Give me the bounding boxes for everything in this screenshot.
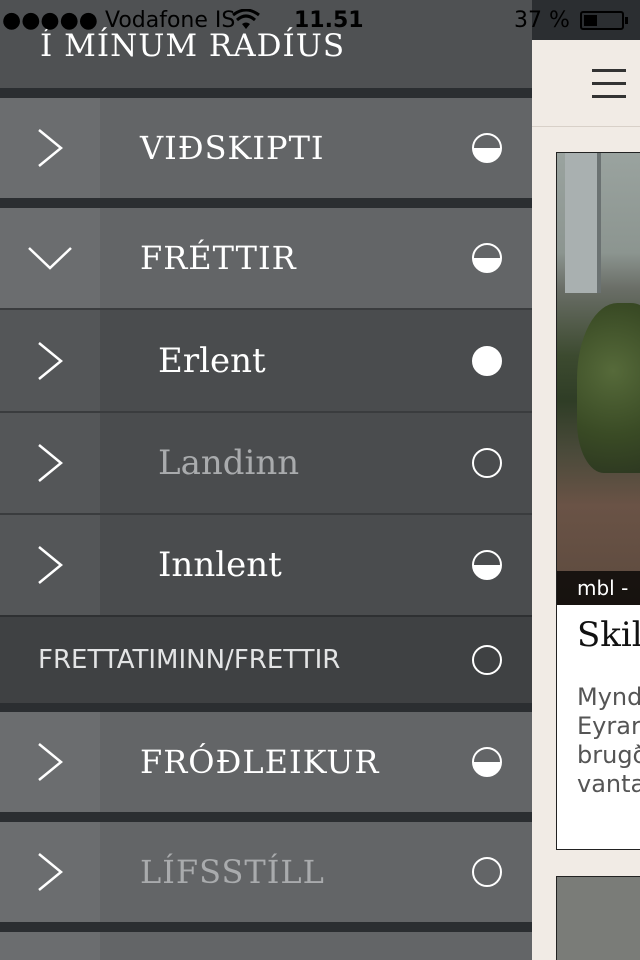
clock: 11.51: [294, 8, 364, 33]
content-topbar: [532, 40, 640, 127]
chevron-right-icon: [38, 341, 63, 380]
subscription-half-icon[interactable]: [472, 133, 502, 163]
news-excerpt: Mynd Eyrar brugð vanta: [577, 683, 640, 798]
menu-item-label: LÍFSSTÍLL: [140, 853, 325, 891]
chevron-right-icon: [38, 546, 63, 584]
submenu-item-landinn[interactable]: Landinn: [0, 411, 532, 513]
subscription-full-icon[interactable]: [472, 345, 502, 376]
menu-item-body: [100, 932, 532, 960]
menu-item-frettir[interactable]: FRÉTTIR: [0, 208, 532, 308]
menu-item-vidskipti[interactable]: VIÐSKIPTI: [0, 98, 532, 198]
expand-button[interactable]: [0, 413, 100, 513]
news-title: Skil: [577, 615, 640, 655]
subscription-half-icon[interactable]: [472, 550, 502, 580]
menu-item-next[interactable]: [0, 932, 532, 960]
chevron-right-icon: [38, 444, 63, 482]
side-menu: Í MÍNUM RADÍUS VIÐSKIPTI FRÉTTIR Erlent: [0, 0, 532, 960]
expand-button: [0, 932, 100, 960]
chevron-down-icon: [28, 247, 72, 270]
menu-item-body[interactable]: Erlent: [100, 310, 532, 411]
chevron-right-icon: [38, 743, 63, 781]
menu-item-frodleikur[interactable]: FRÓÐLEIKUR: [0, 712, 532, 812]
menu-item-body[interactable]: Innlent: [100, 515, 532, 615]
submenu-item-innlent[interactable]: Innlent: [0, 513, 532, 615]
menu-item-label: Erlent: [158, 340, 266, 381]
menu-item-body[interactable]: Landinn: [100, 413, 532, 513]
content-pane: mbl - Skil Mynd Eyrar brugð vanta: [532, 40, 640, 960]
subscription-empty-icon[interactable]: [472, 645, 502, 675]
subscription-empty-icon[interactable]: [472, 857, 502, 887]
wifi-icon: [232, 9, 260, 29]
menu-item-label: FRÓÐLEIKUR: [140, 743, 380, 781]
expand-button[interactable]: [0, 712, 100, 812]
menu-item-label: Landinn: [158, 443, 300, 483]
carrier-label: ●●●●● Vodafone IS: [2, 8, 236, 33]
menu-item-body[interactable]: VIÐSKIPTI: [100, 98, 532, 198]
battery-percent: 37 %: [514, 8, 570, 33]
chevron-right-icon: [38, 129, 63, 167]
news-source: mbl -: [557, 571, 640, 605]
hamburger-icon[interactable]: [592, 69, 626, 99]
menu-item-label: FRETTATIMINN/FRETTIR: [38, 645, 341, 675]
expand-button[interactable]: [0, 98, 100, 198]
subscription-empty-icon[interactable]: [472, 448, 502, 478]
subscription-half-icon[interactable]: [472, 747, 502, 777]
menu-item-label: VIÐSKIPTI: [140, 129, 325, 167]
news-card-2[interactable]: [556, 876, 640, 960]
news-photo: [557, 153, 640, 605]
subscription-half-icon[interactable]: [472, 243, 502, 273]
status-bar: ●●●●● Vodafone IS 11.51 37 %: [0, 0, 640, 40]
menu-item-label: FRÉTTIR: [140, 239, 297, 277]
expand-button[interactable]: [0, 310, 100, 411]
menu-item-lifsstill[interactable]: LÍFSSTÍLL: [0, 822, 532, 922]
chevron-right-icon: [38, 853, 63, 891]
menu-item-body[interactable]: FRÓÐLEIKUR: [100, 712, 532, 812]
collapse-button[interactable]: [0, 208, 100, 308]
expand-button[interactable]: [0, 822, 100, 922]
submenu-item-erlent[interactable]: Erlent: [0, 308, 532, 411]
menu-item-label: Innlent: [158, 545, 282, 585]
menu-item-frettatiminn[interactable]: FRETTATIMINN/FRETTIR: [0, 615, 532, 703]
menu-item-body[interactable]: FRÉTTIR: [100, 208, 532, 308]
news-card[interactable]: mbl - Skil Mynd Eyrar brugð vanta: [556, 152, 640, 850]
expand-button[interactable]: [0, 515, 100, 615]
battery-icon: [580, 11, 628, 30]
menu-item-body[interactable]: LÍFSSTÍLL: [100, 822, 532, 922]
